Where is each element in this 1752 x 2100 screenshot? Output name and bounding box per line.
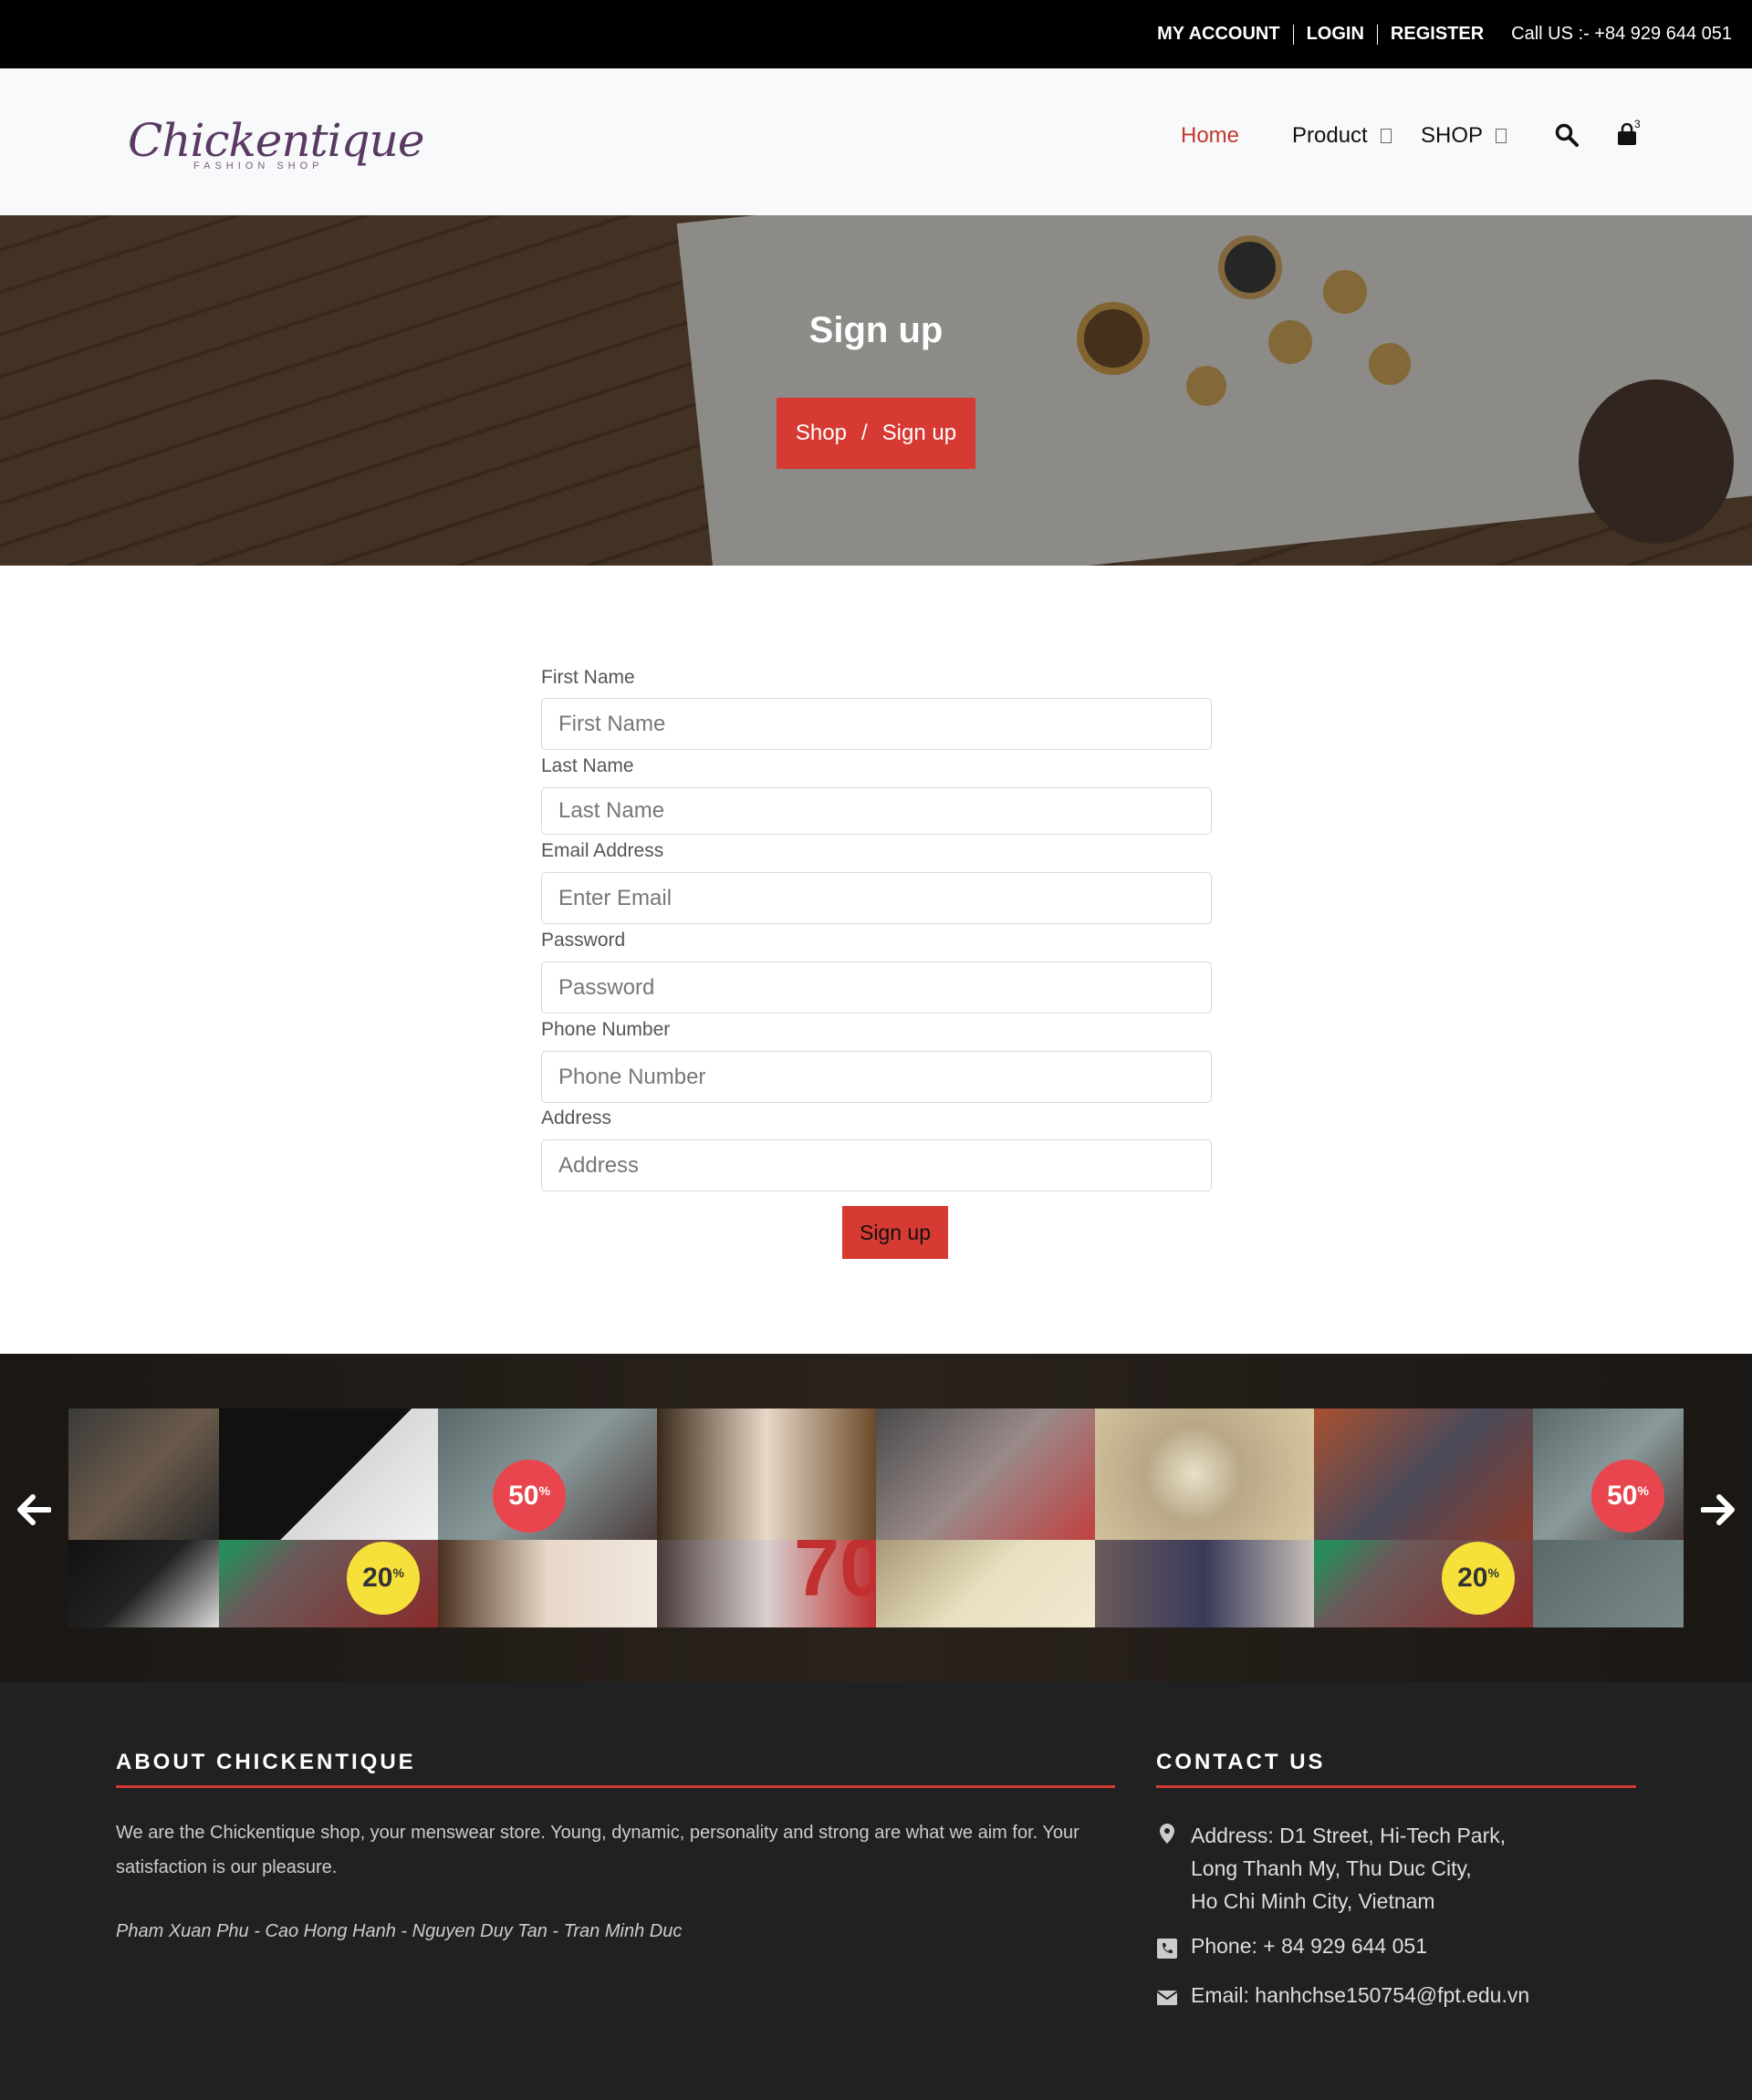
- badge-unit: %: [538, 1483, 550, 1498]
- badge-value: 50: [1607, 1481, 1638, 1511]
- product-tile-sale[interactable]: 20%: [219, 1540, 438, 1627]
- product-tile-shoes[interactable]: [68, 1409, 219, 1540]
- badge-value: 20: [1457, 1563, 1488, 1593]
- carousel-prev-button[interactable]: [16, 1491, 52, 1536]
- about-text: We are the Chickentique shop, your mensw…: [116, 1823, 1079, 1877]
- account-links: MY ACCOUNT LOGIN REGISTER Call US :- +84…: [1144, 0, 1732, 68]
- product-tile-phone[interactable]: [68, 1540, 219, 1627]
- product-tile-tailor[interactable]: [1095, 1540, 1314, 1627]
- password-label: Password: [541, 930, 626, 951]
- breadcrumb: Shop / Sign up: [777, 398, 975, 469]
- nav-product-label: Product: [1292, 123, 1368, 148]
- badge-value: 20: [362, 1563, 393, 1593]
- badge-unit: %: [1487, 1565, 1499, 1580]
- product-tile-fur[interactable]: [438, 1540, 657, 1627]
- password-input[interactable]: [541, 962, 1212, 1014]
- badge-unit: %: [392, 1565, 404, 1580]
- dropdown-icon: [1380, 129, 1392, 143]
- first-name-input[interactable]: [541, 698, 1212, 750]
- address-label: Address: [541, 1107, 612, 1128]
- email-label: Email Address: [541, 840, 664, 861]
- register-link[interactable]: REGISTER: [1378, 24, 1496, 45]
- product-tile-store[interactable]: 70: [657, 1540, 876, 1627]
- contact-address: Address: D1 Street, Hi-Tech Park, Long T…: [1156, 1819, 1506, 1918]
- breadcrumb-current: Sign up: [881, 421, 957, 445]
- about-divider: [116, 1785, 1115, 1788]
- signup-button[interactable]: Sign up: [842, 1206, 948, 1259]
- product-tile-mannequin[interactable]: 50%: [438, 1409, 657, 1540]
- arrow-right-icon: [1700, 1494, 1735, 1525]
- banner-overlay: [0, 215, 1752, 566]
- email-input[interactable]: [541, 872, 1212, 924]
- email-text[interactable]: Email: hanhchse150754@fpt.edu.vn: [1191, 1983, 1529, 2009]
- breadcrumb-shop-link[interactable]: Shop: [796, 421, 847, 446]
- phone-text: Phone: + 84 929 644 051: [1191, 1934, 1427, 1958]
- cart-button[interactable]: 3: [1616, 118, 1641, 151]
- dropdown-icon: [1496, 129, 1507, 143]
- search-button[interactable]: [1555, 123, 1579, 151]
- product-tile-bag[interactable]: [219, 1409, 438, 1540]
- address-line-1: Address: D1 Street, Hi-Tech Park,: [1191, 1824, 1507, 1847]
- product-tile-store[interactable]: [876, 1409, 1095, 1540]
- product-tile-dress-form[interactable]: [1314, 1409, 1533, 1540]
- badge-unit: %: [1637, 1483, 1649, 1498]
- phone-label: Phone Number: [541, 1019, 671, 1040]
- phone-input[interactable]: [541, 1051, 1212, 1103]
- last-name-input[interactable]: [541, 787, 1212, 835]
- carousel-next-button[interactable]: [1700, 1491, 1736, 1536]
- nav-shop[interactable]: SHOP: [1421, 123, 1507, 149]
- page-banner: Sign up Shop / Sign up: [0, 215, 1752, 566]
- map-marker-icon: [1160, 1824, 1174, 1844]
- nav-home-label: Home: [1181, 123, 1240, 148]
- address-line-3: Ho Chi Minh City, Vietnam: [1191, 1889, 1435, 1913]
- login-link[interactable]: LOGIN: [1294, 24, 1377, 45]
- about-heading: ABOUT CHICKENTIQUE: [116, 1750, 416, 1774]
- call-us-text: Call US :- +84 929 644 051: [1511, 24, 1732, 44]
- address-line-2: Long Thanh My, Thu Duc City,: [1191, 1856, 1472, 1880]
- nav-product[interactable]: Product: [1292, 123, 1392, 149]
- product-tile-mannequin[interactable]: 50%: [1533, 1409, 1684, 1540]
- product-tile-fur[interactable]: [657, 1409, 876, 1540]
- authors-text: Pham Xuan Phu - Cao Hong Hanh - Nguyen D…: [116, 1921, 683, 1941]
- nav-home[interactable]: Home: [1181, 123, 1239, 149]
- discount-badge: 50%: [493, 1460, 566, 1533]
- discount-badge: 20%: [1442, 1542, 1515, 1615]
- last-name-label: Last Name: [541, 755, 634, 776]
- contact-phone: Phone: + 84 929 644 051: [1156, 1934, 1427, 1960]
- discount-badge: 20%: [347, 1542, 420, 1615]
- search-icon: [1555, 123, 1579, 147]
- contact-heading: CONTACT US: [1156, 1750, 1326, 1774]
- envelope-icon: [1156, 1991, 1178, 2005]
- first-name-label: First Name: [541, 667, 635, 688]
- poster-text: 70: [794, 1540, 876, 1614]
- product-tile-shirt[interactable]: [1533, 1540, 1684, 1627]
- contact-divider: [1156, 1785, 1636, 1788]
- address-lines: Address: D1 Street, Hi-Tech Park, Long T…: [1191, 1819, 1506, 1918]
- product-carousel: 50% 50% 20% 70 20%: [0, 1354, 1752, 1682]
- product-tile-sale[interactable]: 20%: [1314, 1540, 1533, 1627]
- top-bar: MY ACCOUNT LOGIN REGISTER Call US :- +84…: [0, 0, 1752, 68]
- product-tile-watch[interactable]: [876, 1540, 1095, 1627]
- address-input[interactable]: [541, 1139, 1212, 1191]
- carousel-tiles: 50% 50% 20% 70 20%: [68, 1409, 1684, 1627]
- breadcrumb-separator: /: [860, 421, 868, 445]
- contact-email: Email: hanhchse150754@fpt.edu.vn: [1156, 1983, 1529, 2009]
- product-tile-watch[interactable]: [1095, 1409, 1314, 1540]
- site-footer: ABOUT CHICKENTIQUE We are the Chickentiq…: [0, 1682, 1752, 2100]
- cart-count-badge: 3: [1634, 118, 1641, 130]
- discount-badge: 50%: [1591, 1460, 1664, 1533]
- my-account-link[interactable]: MY ACCOUNT: [1144, 24, 1292, 45]
- arrow-left-icon: [17, 1494, 52, 1525]
- nav-shop-label: SHOP: [1421, 123, 1484, 148]
- page-title: Sign up: [808, 310, 944, 350]
- phone-icon: [1157, 1939, 1177, 1959]
- main-nav: Home Product SHOP 3: [0, 68, 1752, 215]
- badge-value: 50: [508, 1481, 539, 1511]
